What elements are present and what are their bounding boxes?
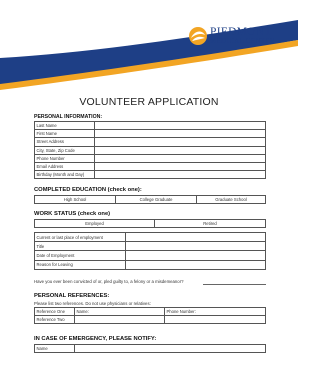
table-row: City, State, Zip Code — [34, 145, 266, 155]
birthday-input[interactable] — [94, 170, 266, 180]
reason-for-leaving-input[interactable] — [125, 259, 266, 270]
field-label: Title — [34, 241, 126, 252]
table-row: Street Address — [34, 137, 266, 147]
education-table: High School College Graduate Graduate Sc… — [34, 194, 266, 205]
last-name-input[interactable] — [94, 120, 266, 131]
reference-one-phone-input[interactable]: Phone Number: — [164, 306, 266, 317]
field-label: Name — [34, 343, 75, 354]
table-row: Employed Retired — [34, 218, 266, 229]
logo-swirl-icon — [189, 27, 207, 45]
emergency-name-input[interactable] — [74, 343, 266, 354]
table-row: Current or last place of employment — [34, 231, 266, 243]
table-row: Title — [34, 241, 266, 252]
reference-two-phone-input[interactable] — [164, 315, 266, 325]
field-label: Last Name — [34, 120, 95, 131]
employer-input[interactable] — [125, 231, 266, 243]
table-row: Reference One Name: Phone Number: — [34, 306, 266, 317]
conviction-question: Have you ever been convicted of or, pled… — [34, 279, 184, 284]
education-option-graduate[interactable]: Graduate School — [196, 194, 266, 205]
piedmont-logo: PIEDMONT MEDICAL CENTER — [188, 26, 288, 48]
field-label: Current or last place of employment — [34, 231, 126, 243]
field-label: Street Address — [34, 137, 95, 147]
table-row: Phone Number — [34, 153, 266, 163]
employment-table: Current or last place of employment Titl… — [34, 231, 266, 270]
field-label: Phone Number — [34, 153, 95, 163]
logo-subtitle: MEDICAL CENTER — [210, 37, 275, 45]
city-state-zip-input[interactable] — [94, 145, 266, 155]
personal-info-table: Last Name First Name Street Address City… — [34, 120, 266, 180]
table-row: Birthday (Month and Day) — [34, 170, 266, 180]
emergency-table: Name — [34, 343, 266, 354]
work-status-table: Employed Retired — [34, 218, 266, 229]
table-row: Reference Two — [34, 315, 266, 325]
references-instruction: Please list two references. Do not use p… — [34, 301, 151, 306]
field-label: City, State, Zip Code — [34, 145, 95, 155]
table-row: High School College Graduate Graduate Sc… — [34, 194, 266, 205]
table-row: Date of Employment — [34, 250, 266, 261]
reference-one-name-input[interactable]: Name: — [74, 306, 165, 317]
field-label: Reference One — [34, 306, 75, 317]
field-label: Birthday (Month and Day) — [34, 170, 95, 180]
job-title-input[interactable] — [125, 241, 266, 252]
field-label: Reference Two — [34, 315, 75, 325]
table-row: Email Address — [34, 161, 266, 172]
employment-date-input[interactable] — [125, 250, 266, 261]
table-row: Last Name — [34, 120, 266, 131]
email-input[interactable] — [94, 161, 266, 172]
field-label: Email Address — [34, 161, 95, 172]
conviction-answer-line[interactable] — [203, 284, 266, 285]
field-label: Date of Employment — [34, 250, 126, 261]
references-table: Reference One Name: Phone Number: Refere… — [34, 306, 266, 325]
table-row: Name — [34, 343, 266, 354]
education-heading: COMPLETED EDUCATION (check one): — [34, 187, 142, 193]
work-option-employed[interactable]: Employed — [34, 218, 155, 229]
personal-heading: PERSONAL INFORMATION: — [34, 114, 103, 120]
education-option-college[interactable]: College Graduate — [115, 194, 197, 205]
field-label: Reason for Leaving — [34, 259, 126, 270]
page-title: VOLUNTEER APPLICATION — [79, 96, 219, 108]
field-label: First Name — [34, 129, 95, 139]
table-row: Reason for Leaving — [34, 259, 266, 270]
reference-two-name-input[interactable] — [74, 315, 165, 325]
references-heading: PERSONAL REFERENCES: — [34, 293, 110, 299]
emergency-heading: IN CASE OF EMERGENCY, PLEASE NOTIFY: — [34, 336, 157, 342]
work-option-retired[interactable]: Retired — [154, 218, 266, 229]
phone-input[interactable] — [94, 153, 266, 163]
table-row: First Name — [34, 129, 266, 139]
street-address-input[interactable] — [94, 137, 266, 147]
education-option-high-school[interactable]: High School — [34, 194, 116, 205]
work-heading: WORK STATUS (check one) — [34, 211, 111, 217]
first-name-input[interactable] — [94, 129, 266, 139]
